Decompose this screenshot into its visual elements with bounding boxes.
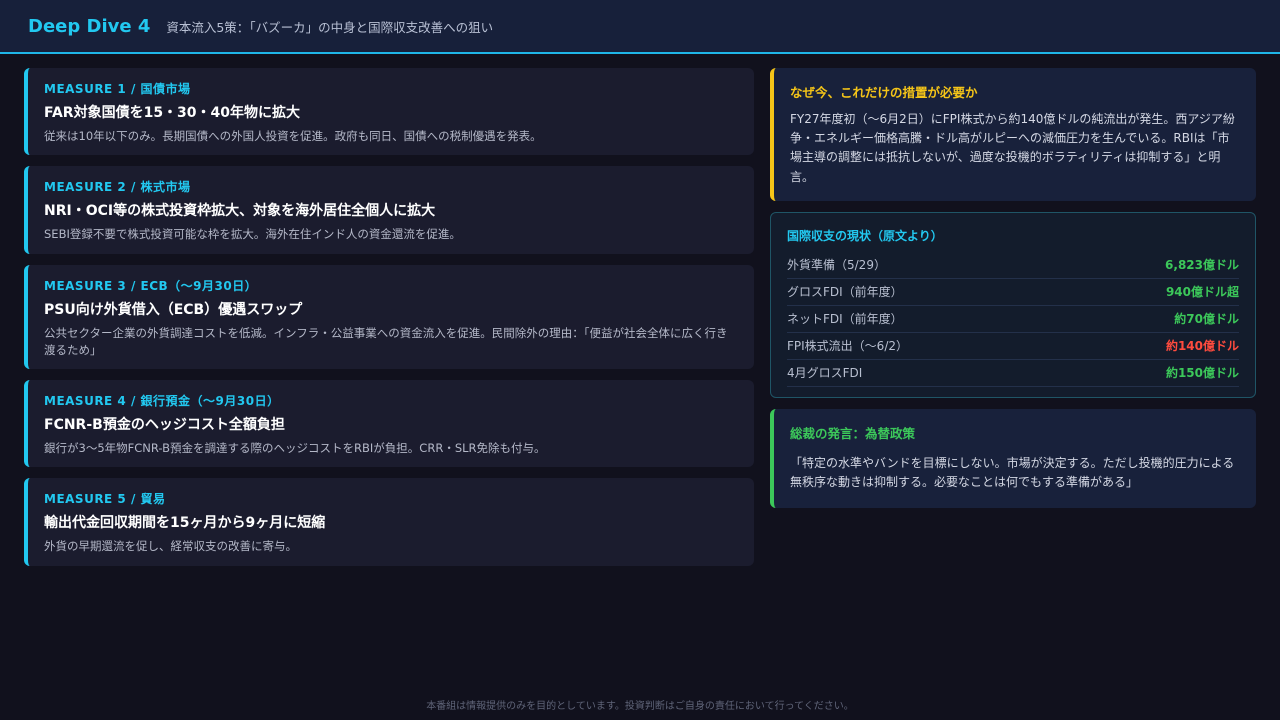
measure-tag: MEASURE 3 / ECB（〜9月30日） — [44, 278, 258, 293]
bop-row: グロスFDI（前年度） 940億ドル超 — [787, 279, 1239, 306]
measure-tag: MEASURE 1 / 国債市場 — [44, 82, 191, 96]
measure-card-3: MEASURE 3 / ECB（〜9月30日） PSU向け外貨借入（ECB）優遇… — [24, 264, 754, 369]
bop-value: 約150億ドル — [1165, 366, 1239, 381]
disclaimer: 本番組は情報提供のみを目的としています。投資判断はご自身の責任において行ってくだ… — [426, 701, 854, 712]
quote-title: 総裁の発言：為替政策 — [790, 425, 916, 441]
measure-desc: 銀行が3〜5年物FCNR-B預金を調達する際のヘッジコストをRBIが負担。CRR… — [44, 441, 546, 455]
page-title: Deep Dive 4 — [28, 15, 151, 37]
measure-desc: 従来は10年以下のみ。長期国債への外国人投資を促進。政府も同日、国債への税制優遇… — [44, 129, 542, 143]
measure-title: FCNR-B預金のヘッジコスト全額負担 — [44, 417, 285, 433]
measure-card-4: MEASURE 4 / 銀行預金（〜9月30日） FCNR-B預金のヘッジコスト… — [24, 380, 754, 468]
measure-card-2: MEASURE 2 / 株式市場 NRI・OCI等の株式投資枠拡大、対象を海外居… — [24, 166, 754, 254]
page-subtitle: 資本流入5策：「バズーカ」の中身と国際収支改善への狙い — [166, 19, 494, 35]
measure-tag: MEASURE 5 / 貿易 — [44, 492, 166, 507]
measure-desc: 外貨の早期還流を促し、経常収支の改善に寄与。 — [44, 539, 297, 554]
bop-label: FPI株式流出（〜6/2） — [787, 339, 908, 354]
measure-title: NRI・OCI等の株式投資枠拡大、対象を海外居住全個人に拡大 — [44, 203, 436, 220]
measure-title: PSU向け外貨借入（ECB）優遇スワップ — [44, 301, 303, 318]
governor-quote-card: 総裁の発言：為替政策 「特定の水準やバンドを目標にしない。市場が決定する。ただし… — [770, 408, 1256, 509]
measure-tag: MEASURE 4 / 銀行預金（〜9月30日） — [44, 394, 280, 408]
bop-row: 4月グロスFDI 約150億ドル — [787, 360, 1239, 387]
measure-card-5: MEASURE 5 / 貿易 輸出代金回収期間を15ヶ月から9ヶ月に短縮 外貨の… — [24, 478, 754, 566]
info-column: なぜ今、これだけの措置が必要か FY27年度初（〜6月2日）にFPI株式から約1… — [770, 68, 1256, 509]
bop-value: 6,823億ドル — [1165, 258, 1239, 273]
measure-desc: 公共セクター企業の外貨調達コストを低減。インフラ・公益事業への資金流入を促進。民… — [44, 325, 728, 357]
bop-row: 外貨準備（5/29） 6,823億ドル — [787, 252, 1239, 279]
measure-card-1: MEASURE 1 / 国債市場 FAR対象国債を15・30・40年物に拡大 従… — [24, 68, 754, 156]
bop-value: 約70億ドル — [1174, 312, 1239, 327]
bop-label: 4月グロスFDI — [787, 366, 863, 381]
why-now-body: FY27年度初（〜6月2日）にFPI株式から約140億ドルの純流出が発生。西アジ… — [790, 112, 1235, 184]
bop-value: 940億ドル超 — [1165, 285, 1239, 300]
header-bar: Deep Dive 4 資本流入5策：「バズーカ」の中身と国際収支改善への狙い — [0, 0, 1280, 54]
bop-title: 国際収支の現状（原文より） — [787, 228, 943, 243]
balance-of-payments-card: 国際収支の現状（原文より） 外貨準備（5/29） 6,823億ドル グロスFDI… — [770, 211, 1256, 398]
bop-value: 約140億ドル — [1165, 339, 1239, 354]
measures-column: MEASURE 1 / 国債市場 FAR対象国債を15・30・40年物に拡大 従… — [24, 68, 754, 577]
bop-label: グロスFDI（前年度） — [787, 285, 903, 300]
bop-label: 外貨準備（5/29） — [787, 258, 886, 273]
measure-title: FAR対象国債を15・30・40年物に拡大 — [44, 105, 301, 121]
quote-body: 「特定の水準やバンドを目標にしない。市場が決定する。ただし投機的圧力による無秩序… — [790, 455, 1235, 489]
why-now-card: なぜ今、これだけの措置が必要か FY27年度初（〜6月2日）にFPI株式から約1… — [770, 68, 1256, 201]
measure-title: 輸出代金回収期間を15ヶ月から9ヶ月に短縮 — [44, 515, 326, 532]
bop-label: ネットFDI（前年度） — [787, 312, 903, 327]
bop-row: ネットFDI（前年度） 約70億ドル — [787, 306, 1239, 333]
measure-tag: MEASURE 2 / 株式市場 — [44, 180, 191, 195]
why-now-title: なぜ今、これだけの措置が必要か — [790, 85, 978, 100]
bop-row: FPI株式流出（〜6/2） 約140億ドル — [787, 333, 1239, 360]
measure-desc: SEBI登録不要で株式投資可能な枠を拡大。海外在住インド人の資金還流を促進。 — [44, 227, 461, 242]
